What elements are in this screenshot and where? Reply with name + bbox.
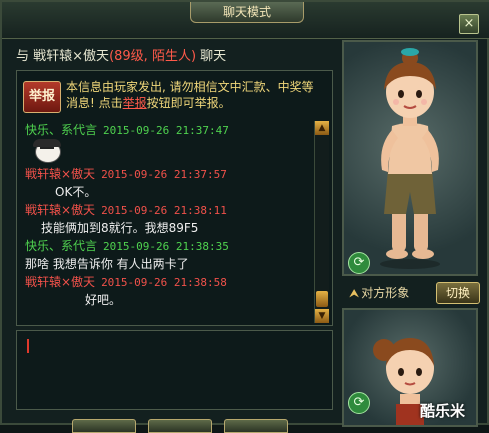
message-content: 好吧。 [85, 293, 122, 307]
message-sender[interactable]: 戦轩辕×傲天 [25, 203, 95, 217]
message-content: 技能俩加到8就行。我想89F5 [41, 221, 199, 235]
message-header: 快乐、系代言 2015-09-26 21:38:35 [25, 237, 311, 255]
watermark-logo: 酷乐米 [420, 402, 466, 420]
character-label: ⮝ 对方形象 [349, 284, 409, 302]
face-emoji-icon [31, 139, 65, 163]
text-caret [27, 339, 29, 353]
message-header: 戦轩辕×傲天 2015-09-26 21:38:58 [25, 273, 311, 291]
message-header: 戦轩辕×傲天 2015-09-26 21:37:57 [25, 165, 311, 183]
scroll-thumb[interactable] [316, 291, 328, 307]
bottom-button-1[interactable] [72, 419, 136, 433]
message-text: 好吧。 [25, 291, 311, 309]
partner-name: 戦轩辕×傲天 [33, 49, 110, 64]
header-suffix: 聊天 [200, 49, 227, 64]
message-time: 2015-09-26 21:37:47 [103, 124, 229, 137]
message-sender[interactable]: 快乐、系代言 [25, 239, 97, 253]
chat-header: 与 戦轩辕×傲天(89级, 陌生人) 聊天 [16, 44, 332, 70]
chat-window: 聊天模式 × 与 戦轩辕×傲天(89级, 陌生人) 聊天 举报 本信息由玩家发出… [0, 0, 489, 433]
switch-button[interactable]: 切换 [436, 282, 480, 304]
message-list: 快乐、系代言 2015-09-26 21:37:47 戦轩辕×傲天 2015-09-2… [25, 121, 311, 309]
message-sender[interactable]: 快乐、系代言 [25, 123, 97, 137]
partner-level-tag: (89级, 陌生人) [109, 49, 197, 64]
message-text: OK不。 [25, 183, 311, 201]
message-time: 2015-09-26 21:38:11 [101, 204, 227, 217]
report-button[interactable]: 举报 [23, 81, 61, 113]
bottom-toolbar [72, 419, 332, 433]
message-scrollbar[interactable]: ▲ ▼ [314, 121, 329, 323]
message-content: 那啥 我想告诉你 有人出两卡了 [25, 257, 189, 271]
report-link[interactable]: 举报 [123, 96, 147, 110]
message-emoji-line [25, 139, 311, 165]
header-prefix: 与 [16, 49, 30, 64]
scroll-down-button[interactable]: ▼ [315, 309, 329, 323]
message-input[interactable] [16, 330, 333, 410]
message-text: 那啥 我想告诉你 有人出两卡了 [25, 255, 311, 273]
bottom-button-3[interactable] [224, 419, 288, 433]
message-panel: 举报 本信息由玩家发出, 请勿相信文中汇款、中奖等消息! 点击举报按钮即可举报。… [16, 70, 333, 326]
scroll-up-button[interactable]: ▲ [315, 121, 329, 135]
notice-text-after: 按钮即可举报。 [146, 96, 231, 110]
notice-text: 本信息由玩家发出, 请勿相信文中汇款、中奖等消息! 点击举报按钮即可举报。 [66, 79, 316, 111]
partner-character-figure [380, 48, 440, 269]
refresh-icon[interactable]: ⟳ [348, 392, 370, 414]
message-time: 2015-09-26 21:38:58 [101, 276, 227, 289]
window-title: 聊天模式 [190, 2, 304, 23]
message-time: 2015-09-26 21:37:57 [101, 168, 227, 181]
refresh-icon[interactable]: ⟳ [348, 252, 370, 274]
message-content: OK不。 [55, 185, 97, 199]
close-button[interactable]: × [459, 14, 479, 34]
message-text: 技能俩加到8就行。我想89F5 [25, 219, 311, 237]
title-bar: 聊天模式 × [2, 2, 489, 39]
message-sender[interactable]: 戦轩辕×傲天 [25, 167, 95, 181]
safety-notice: 举报 本信息由玩家发出, 请勿相信文中汇款、中奖等消息! 点击举报按钮即可举报。 [23, 77, 316, 121]
bottom-button-2[interactable] [148, 419, 212, 433]
message-header: 快乐、系代言 2015-09-26 21:37:47 [25, 121, 311, 139]
up-arrow-icon: ⮝ [349, 286, 360, 300]
partner-portrait: ⟳ [342, 40, 478, 276]
message-sender[interactable]: 戦轩辕×傲天 [25, 275, 95, 289]
message-time: 2015-09-26 21:38:35 [103, 240, 229, 253]
message-header: 戦轩辕×傲天 2015-09-26 21:38:11 [25, 201, 311, 219]
character-label-text: 对方形象 [361, 286, 410, 300]
